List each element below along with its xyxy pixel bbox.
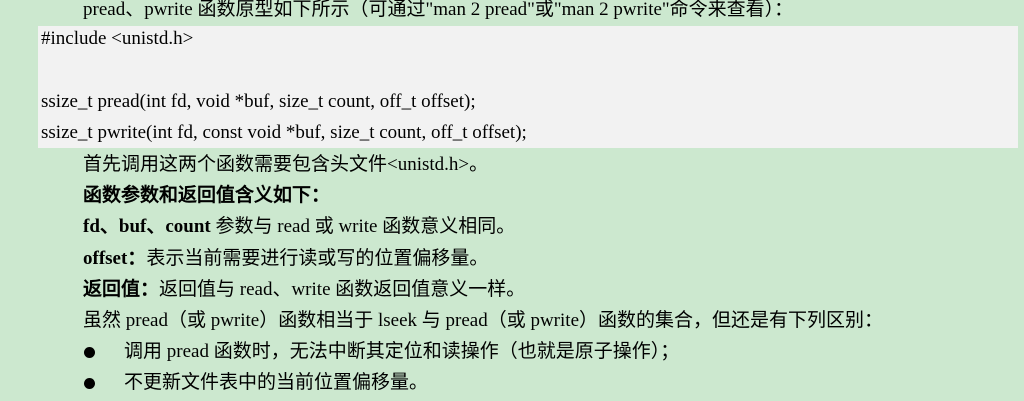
fd-param-desc: 参数与 read 或 write 函数意义相同。	[210, 216, 516, 237]
retval-term: 返回值：	[83, 279, 160, 300]
params-heading: 函数参数和返回值含义如下：	[83, 185, 331, 206]
bullet-dot-icon	[84, 378, 95, 389]
fd-param-line: fd、buf、count 参数与 read 或 write 函数意义相同。	[83, 215, 515, 239]
code-block: #include <unistd.h> ssize_t pread(int fd…	[38, 26, 1018, 148]
offset-param-desc: 表示当前需要进行读或写的位置偏移量。	[146, 248, 489, 269]
intro-text: pread、pwrite 函数原型如下所示（可通过"man 2 pread"或"…	[83, 0, 794, 20]
document-page: pread、pwrite 函数原型如下所示（可通过"man 2 pread"或"…	[0, 0, 1024, 401]
code-include-line: #include <unistd.h>	[41, 28, 194, 49]
retval-line: 返回值：返回值与 read、write 函数返回值意义一样。	[83, 278, 525, 302]
bullet-item-2: 不更新文件表中的当前位置偏移量。	[124, 372, 429, 393]
bullet-dot-icon	[84, 347, 95, 358]
header-note: 首先调用这两个函数需要包含头文件<unistd.h>。	[83, 154, 489, 175]
fd-param-term: fd、buf、count	[83, 216, 211, 237]
offset-param-term: offset：	[83, 248, 147, 269]
difference-intro: 虽然 pread（或 pwrite）函数相当于 lseek 与 pread（或 …	[83, 310, 884, 331]
offset-param-line: offset：表示当前需要进行读或写的位置偏移量。	[83, 247, 488, 271]
code-pwrite-prototype: ssize_t pwrite(int fd, const void *buf, …	[41, 122, 527, 143]
retval-desc: 返回值与 read、write 函数返回值意义一样。	[159, 279, 526, 300]
code-pread-prototype: ssize_t pread(int fd, void *buf, size_t …	[41, 91, 476, 112]
bullet-item-1: 调用 pread 函数时，无法中断其定位和读操作（也就是原子操作）；	[124, 341, 680, 362]
